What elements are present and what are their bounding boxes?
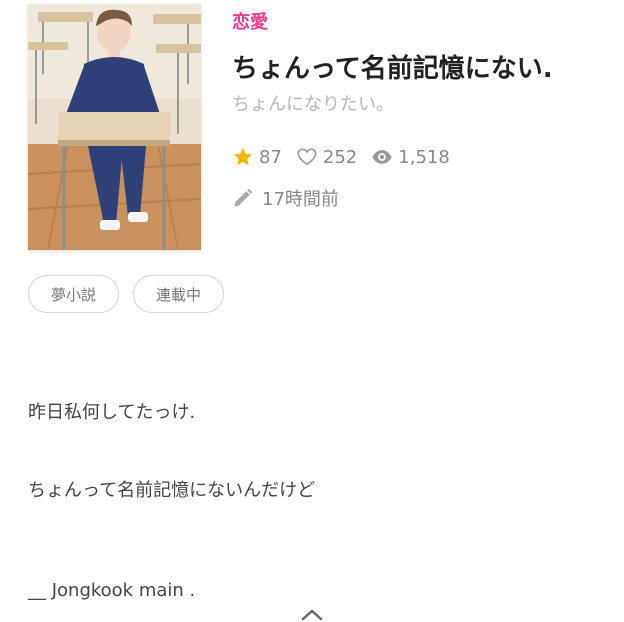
like-count-value: 252 <box>322 146 358 168</box>
author-name[interactable]: ちょんになりたい。 <box>232 90 394 116</box>
tag-serializing[interactable]: 連載中 <box>133 275 225 313</box>
star-count[interactable]: 87 <box>232 146 282 168</box>
tag-list: 夢小説 連載中 <box>28 275 238 313</box>
like-count[interactable]: 252 <box>296 146 357 168</box>
content-line: ちょんって名前記憶にないんだけど <box>28 480 316 501</box>
content-line: 昨日私何してたっけ. <box>28 402 196 423</box>
pencil-icon <box>234 188 253 207</box>
eye-icon <box>372 150 392 164</box>
cover-image[interactable] <box>28 4 201 250</box>
genre-label[interactable]: 恋愛 <box>232 8 268 34</box>
updated-time: 17時間前 <box>232 184 339 212</box>
view-count: 1,518 <box>371 146 450 168</box>
content-line: __ Jongkook main . <box>28 580 196 601</box>
scroll-top-button[interactable] <box>298 605 326 622</box>
story-stats: 87 252 1,518 <box>232 143 464 171</box>
tag-dream-novel[interactable]: 夢小説 <box>28 275 120 313</box>
star-count-value: 87 <box>259 146 282 168</box>
view-count-value: 1,518 <box>398 146 450 168</box>
story-title: ちょんって名前記憶にない. <box>232 54 553 84</box>
chevron-up-icon <box>301 609 323 620</box>
star-icon <box>233 147 253 166</box>
updated-time-value: 17時間前 <box>262 189 339 210</box>
heart-icon <box>297 148 317 166</box>
